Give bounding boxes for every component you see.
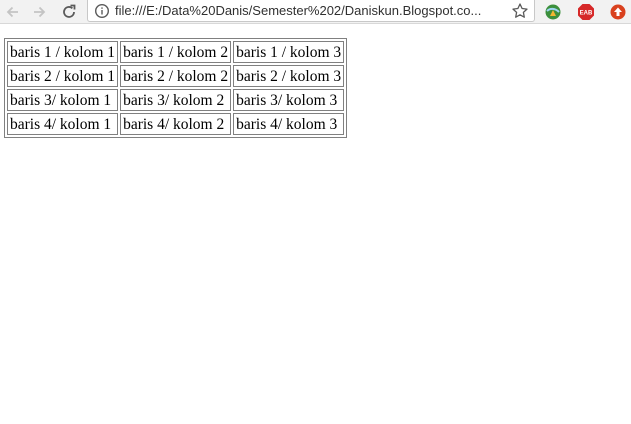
star-icon[interactable] <box>511 2 529 20</box>
url-text[interactable]: file:///E:/Data%20Danis/Semester%202/Dan… <box>115 3 505 19</box>
reload-button[interactable] <box>58 1 80 23</box>
table-row: baris 3/ kolom 1 baris 3/ kolom 2 baris … <box>7 89 345 111</box>
eab-extension-button[interactable]: EAB <box>576 2 596 22</box>
table-row: baris 1 / kolom 1 baris 1 / kolom 2 bari… <box>7 41 345 63</box>
table-cell: baris 2 / kolom 2 <box>120 65 232 87</box>
table-cell: baris 4/ kolom 2 <box>120 113 232 135</box>
forward-button[interactable] <box>28 1 50 23</box>
table-cell: baris 4/ kolom 3 <box>233 113 345 135</box>
info-icon[interactable] <box>94 3 110 19</box>
table-cell: baris 3/ kolom 1 <box>7 89 119 111</box>
table-cell: baris 2 / kolom 3 <box>233 65 345 87</box>
table-cell: baris 2 / kolom 1 <box>7 65 119 87</box>
table-cell: baris 1 / kolom 2 <box>120 41 232 63</box>
browser-toolbar: file:///E:/Data%20Danis/Semester%202/Dan… <box>0 0 631 24</box>
idm-extension-button[interactable] <box>543 2 563 22</box>
idm-icon <box>545 4 561 20</box>
eab-icon-label: EAB <box>580 11 593 17</box>
table-cell: baris 3/ kolom 2 <box>120 89 232 111</box>
table-cell: baris 1 / kolom 1 <box>7 41 119 63</box>
reload-icon <box>63 4 76 18</box>
arrow-left-icon <box>6 6 18 18</box>
data-table: baris 1 / kolom 1 baris 1 / kolom 2 bari… <box>4 38 348 138</box>
address-bar[interactable]: file:///E:/Data%20Danis/Semester%202/Dan… <box>87 0 535 22</box>
table-row: baris 4/ kolom 1 baris 4/ kolom 2 baris … <box>7 113 345 135</box>
page-content: baris 1 / kolom 1 baris 1 / kolom 2 bari… <box>4 38 348 138</box>
table-cell: baris 3/ kolom 3 <box>233 89 345 111</box>
table-cell: baris 4/ kolom 1 <box>7 113 119 135</box>
upload-extension-button[interactable] <box>608 2 628 22</box>
table-cell: baris 1 / kolom 3 <box>233 41 345 63</box>
table-row: baris 2 / kolom 1 baris 2 / kolom 2 bari… <box>7 65 345 87</box>
eab-icon: EAB <box>578 4 594 20</box>
back-button[interactable] <box>2 1 24 23</box>
arrow-right-icon <box>34 6 46 18</box>
upload-icon <box>610 4 626 20</box>
